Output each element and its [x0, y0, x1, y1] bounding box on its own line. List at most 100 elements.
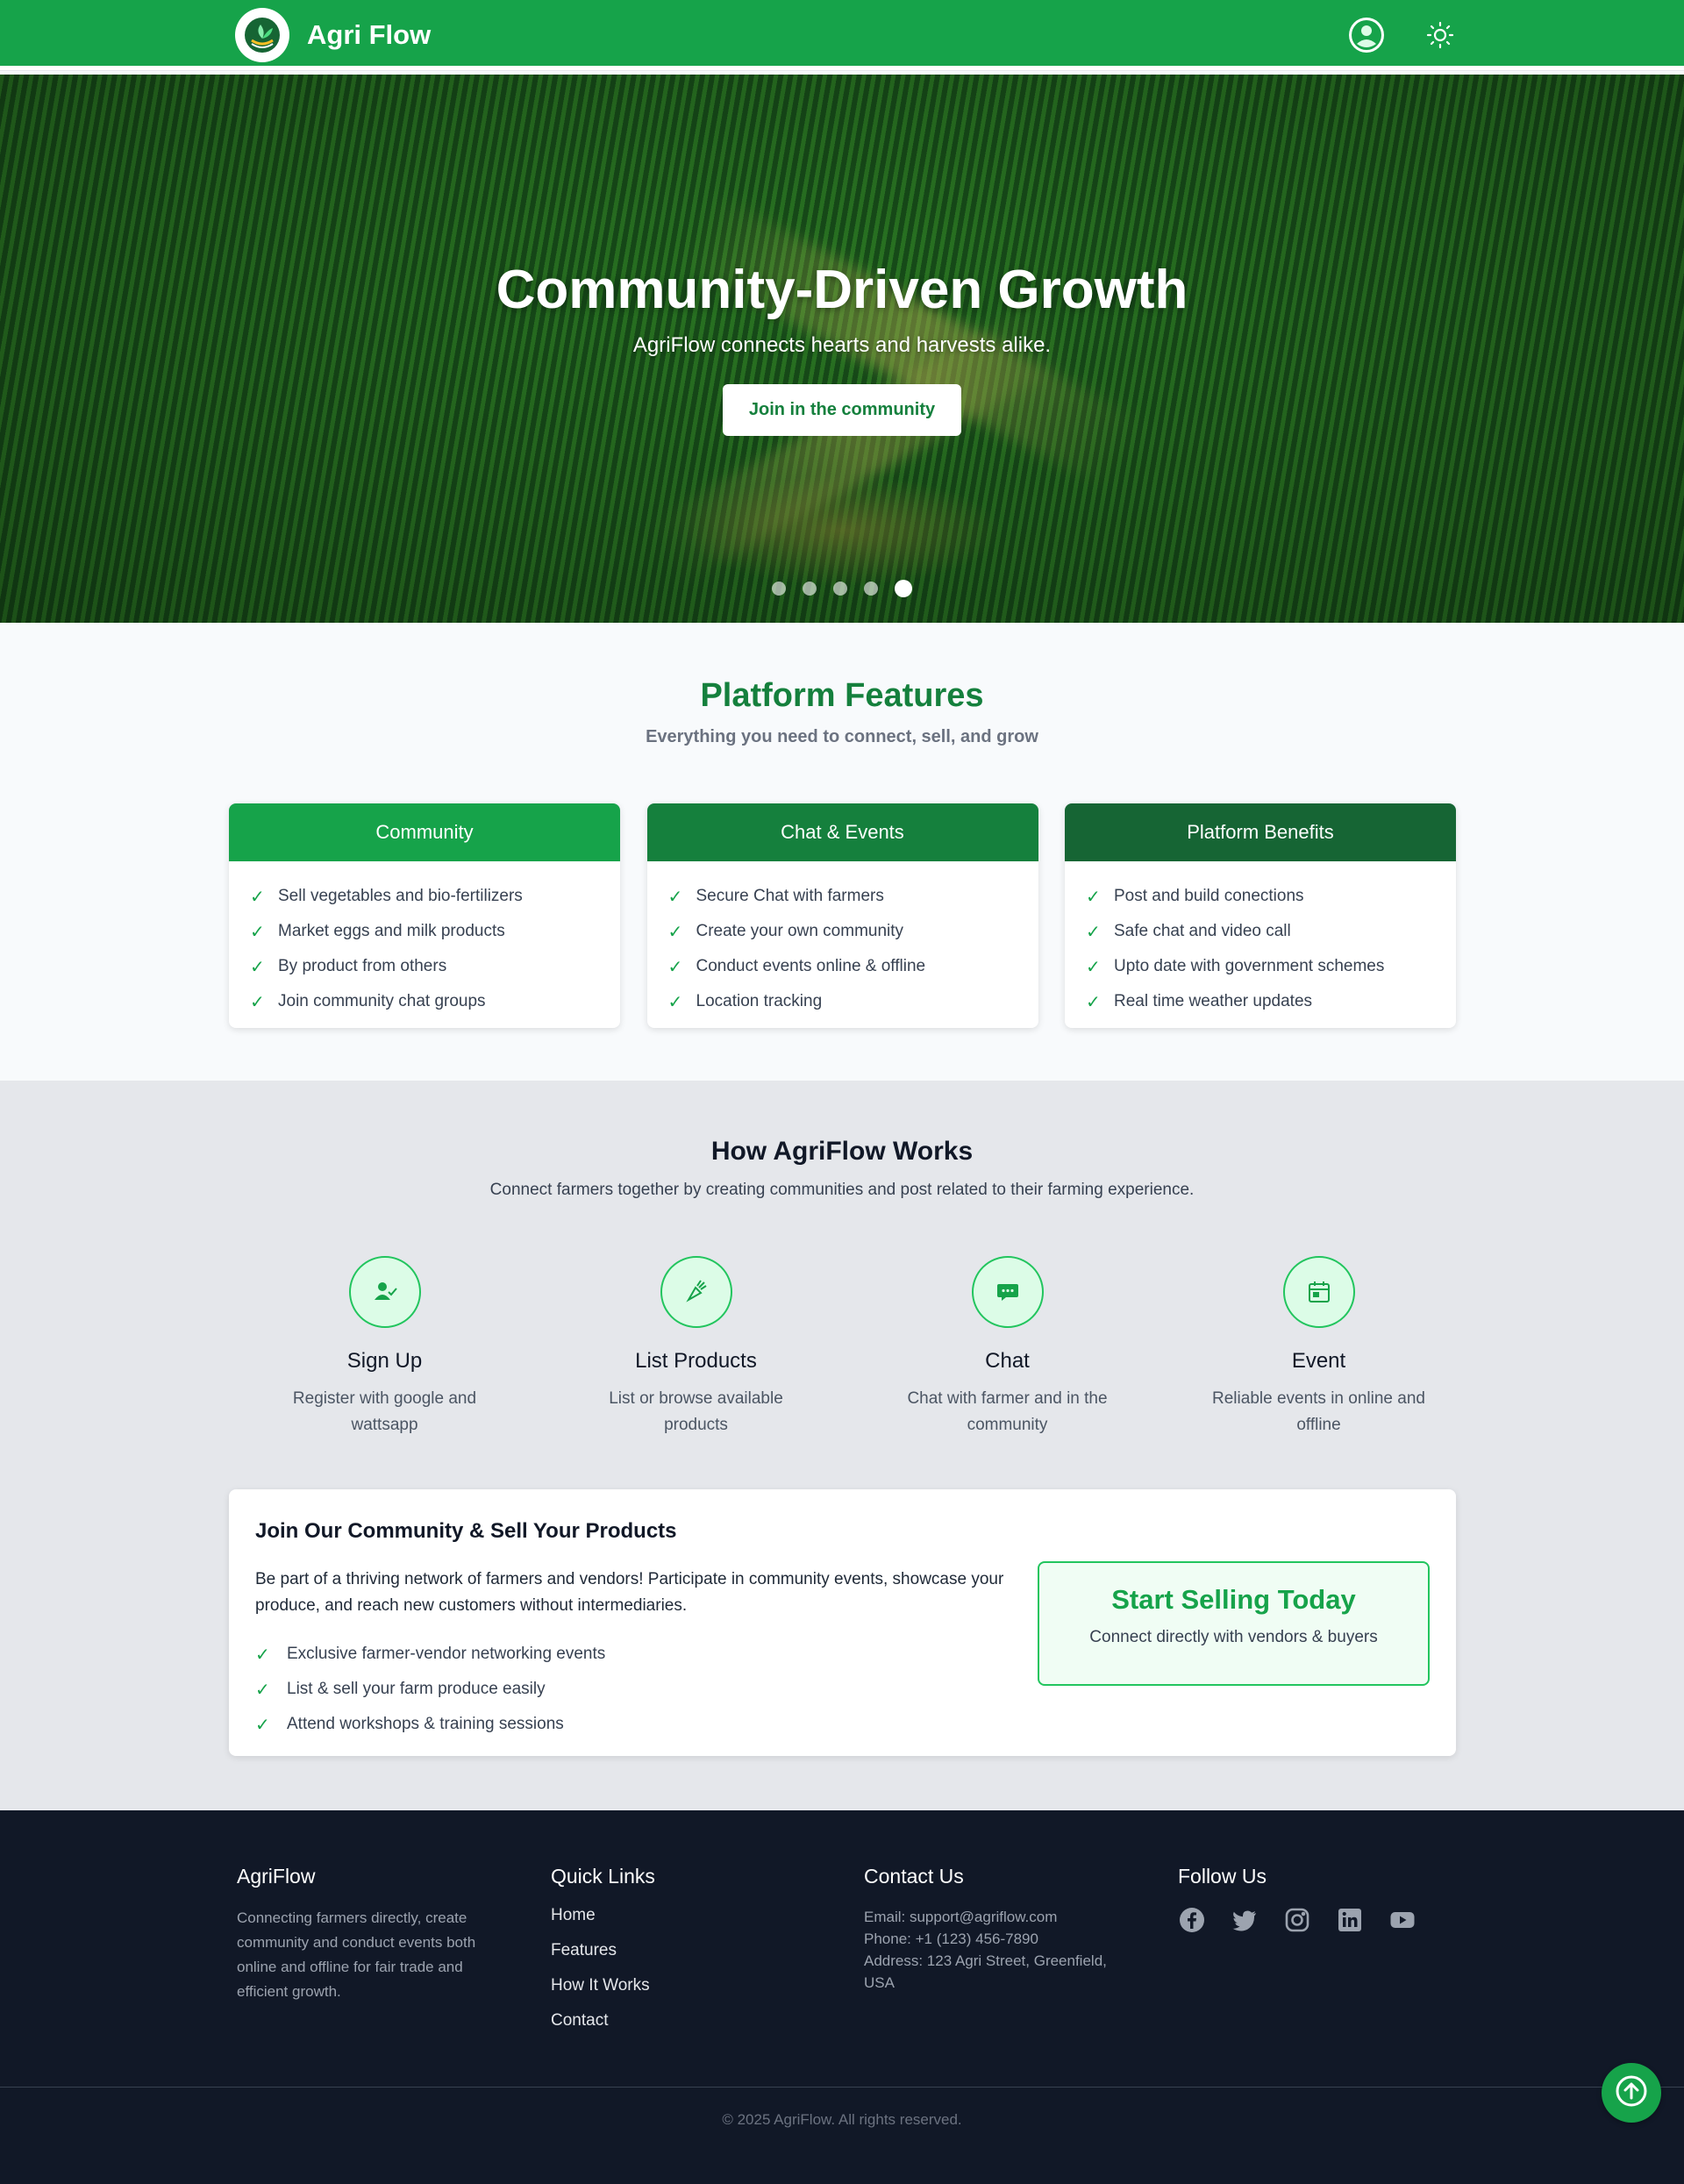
leaf-logo-icon[interactable] [235, 8, 289, 62]
footer-link-home[interactable]: Home [551, 1906, 814, 1941]
how-title: How AgriFlow Works [710, 1137, 974, 1166]
footer-link-features[interactable]: Features [551, 1941, 814, 1976]
features-section: Platform Features Everything you need to… [0, 623, 1684, 1081]
card-header: Community [229, 803, 620, 861]
hero-subtitle: AgriFlow connects hearts and harvests al… [632, 333, 1052, 357]
join-benefit-text: Attend workshops & training sessions [287, 1715, 564, 1733]
carousel-dot[interactable] [803, 582, 817, 596]
user-check-icon [348, 1256, 421, 1328]
step-title: Sign Up [346, 1349, 423, 1373]
youtube-icon[interactable] [1388, 1906, 1416, 1934]
check-icon: ✓ [667, 957, 683, 977]
step-desc: Register with google and wattsapp [292, 1389, 477, 1434]
features-title: Platform Features [700, 677, 984, 714]
site-footer: AgriFlow Connecting farmers directly, cr… [0, 1810, 1684, 2184]
feature-item-text: Create your own community [696, 922, 904, 940]
feature-item-text: Real time weather updates [1114, 992, 1313, 1010]
step-title: List Products [635, 1349, 757, 1373]
card-header: Chat & Events [646, 803, 1038, 861]
feature-item: ✓ Join community chat groups [250, 984, 599, 1019]
step-sign-up: Sign Up Register with google and wattsap… [229, 1256, 540, 1438]
carrot-icon [660, 1256, 732, 1328]
social-links [1178, 1906, 1459, 1934]
footer-link-how-it-works[interactable]: How It Works [551, 1976, 814, 2011]
feature-item: ✓ Secure Chat with farmers [668, 879, 1017, 914]
step-chat: Chat Chat with farmer and in the communi… [852, 1256, 1163, 1438]
start-selling-button[interactable]: Start Selling Today Connect directly wit… [1038, 1561, 1430, 1686]
step-title: Event [1291, 1349, 1346, 1373]
footer-quick-links: Quick Links Home Features How It Works C… [551, 1865, 814, 2046]
feature-item: ✓ By product from others [250, 949, 599, 984]
hero-content: Community-Driven Growth AgriFlow connect… [0, 259, 1684, 436]
feature-item-text: Post and build conections [1114, 887, 1304, 905]
feature-card-chat-events: Chat & Events ✓ Secure Chat with farmers … [646, 803, 1038, 1028]
feature-item: ✓ Create your own community [668, 914, 1017, 949]
step-event: Event Reliable events in online and offl… [1163, 1256, 1474, 1438]
feature-item: ✓ Post and build conections [1086, 879, 1435, 914]
carousel-dot[interactable] [833, 582, 847, 596]
step-list-products: List Products List or browse available p… [540, 1256, 852, 1438]
feature-item-text: Location tracking [696, 992, 823, 1010]
feature-item-text: Secure Chat with farmers [696, 887, 884, 905]
user-circle-icon[interactable] [1349, 18, 1384, 53]
linkedin-icon[interactable] [1336, 1906, 1364, 1934]
footer-phone: Phone: +1 (123) 456-7890 [864, 1931, 1038, 1947]
scroll-to-top-button[interactable] [1602, 2063, 1661, 2123]
check-icon: ✓ [1086, 957, 1101, 977]
footer-about-title: AgriFlow [237, 1865, 316, 1888]
footer-links-title: Quick Links [551, 1865, 655, 1888]
check-icon: ✓ [667, 922, 683, 942]
check-icon: ✓ [1086, 922, 1101, 942]
footer-contact-title: Contact Us [864, 1865, 964, 1888]
brand-name[interactable]: Agri Flow [307, 19, 431, 51]
join-benefit-text: List & sell your farm produce easily [287, 1680, 546, 1698]
carousel-dot[interactable] [864, 582, 878, 596]
feature-item-text: Sell vegetables and bio-fertilizers [278, 887, 523, 905]
join-benefit: ✓ Exclusive farmer-vendor networking even… [255, 1637, 605, 1672]
feature-item: ✓ Sell vegetables and bio-fertilizers [250, 879, 599, 914]
instagram-icon[interactable] [1283, 1906, 1311, 1934]
header-actions [1349, 18, 1458, 53]
check-icon: ✓ [250, 922, 265, 942]
join-benefit: ✓ List & sell your farm produce easily [255, 1672, 605, 1707]
check-icon: ✓ [1086, 887, 1101, 907]
feature-card-platform-benefits: Platform Benefits ✓ Post and build conect… [1065, 803, 1456, 1028]
check-icon: ✓ [667, 887, 683, 907]
footer-email: Email: support@agriflow.com [864, 1909, 1058, 1925]
step-desc: Reliable events in online and offline [1212, 1389, 1425, 1434]
join-community-card: Join Our Community & Sell Your Products … [229, 1489, 1456, 1756]
feature-item: ✓ Real time weather updates [1086, 984, 1435, 1019]
check-icon: ✓ [255, 1645, 270, 1665]
step-title: Chat [985, 1349, 1030, 1373]
start-selling-title: Start Selling Today [1111, 1584, 1356, 1615]
step-desc: List or browse available products [609, 1389, 783, 1434]
carousel-dot[interactable] [772, 582, 786, 596]
check-icon: ✓ [250, 887, 265, 907]
arrow-up-circle-icon [1614, 2073, 1649, 2113]
feature-item-text: Safe chat and video call [1114, 922, 1291, 940]
feature-item-text: Upto date with government schemes [1114, 957, 1385, 975]
feature-item: ✓ Conduct events online & offline [668, 949, 1017, 984]
twitter-icon[interactable] [1231, 1906, 1259, 1934]
card-header: Platform Benefits [1065, 803, 1456, 861]
feature-item-text: Join community chat groups [278, 992, 486, 1010]
check-icon: ✓ [255, 1715, 270, 1735]
carousel-dot-active[interactable] [895, 580, 912, 597]
sun-icon[interactable] [1423, 18, 1458, 53]
how-subtitle: Connect farmers together by creating com… [489, 1181, 1195, 1199]
feature-item: ✓ Safe chat and video call [1086, 914, 1435, 949]
how-it-works-section: How AgriFlow Works Connect farmers toget… [0, 1081, 1684, 1810]
join-community-button[interactable]: Join in the community [722, 384, 962, 436]
steps: Sign Up Register with google and wattsap… [229, 1256, 1474, 1438]
join-description: Be part of a thriving network of farmers… [255, 1570, 1004, 1615]
footer-link-contact[interactable]: Contact [551, 2011, 814, 2046]
copyright: © 2025 AgriFlow. All rights reserved. [722, 2111, 962, 2128]
footer-contact: Contact Us Email: support@agriflow.com P… [864, 1865, 1127, 1994]
check-icon: ✓ [1086, 992, 1101, 1012]
check-icon: ✓ [250, 992, 265, 1012]
feature-item-text: By product from others [278, 957, 447, 975]
join-title: Join Our Community & Sell Your Products [255, 1519, 677, 1543]
join-benefit-text: Exclusive farmer-vendor networking event… [287, 1645, 606, 1663]
footer-about: AgriFlow Connecting farmers directly, cr… [237, 1865, 500, 2004]
facebook-icon[interactable] [1178, 1906, 1206, 1934]
